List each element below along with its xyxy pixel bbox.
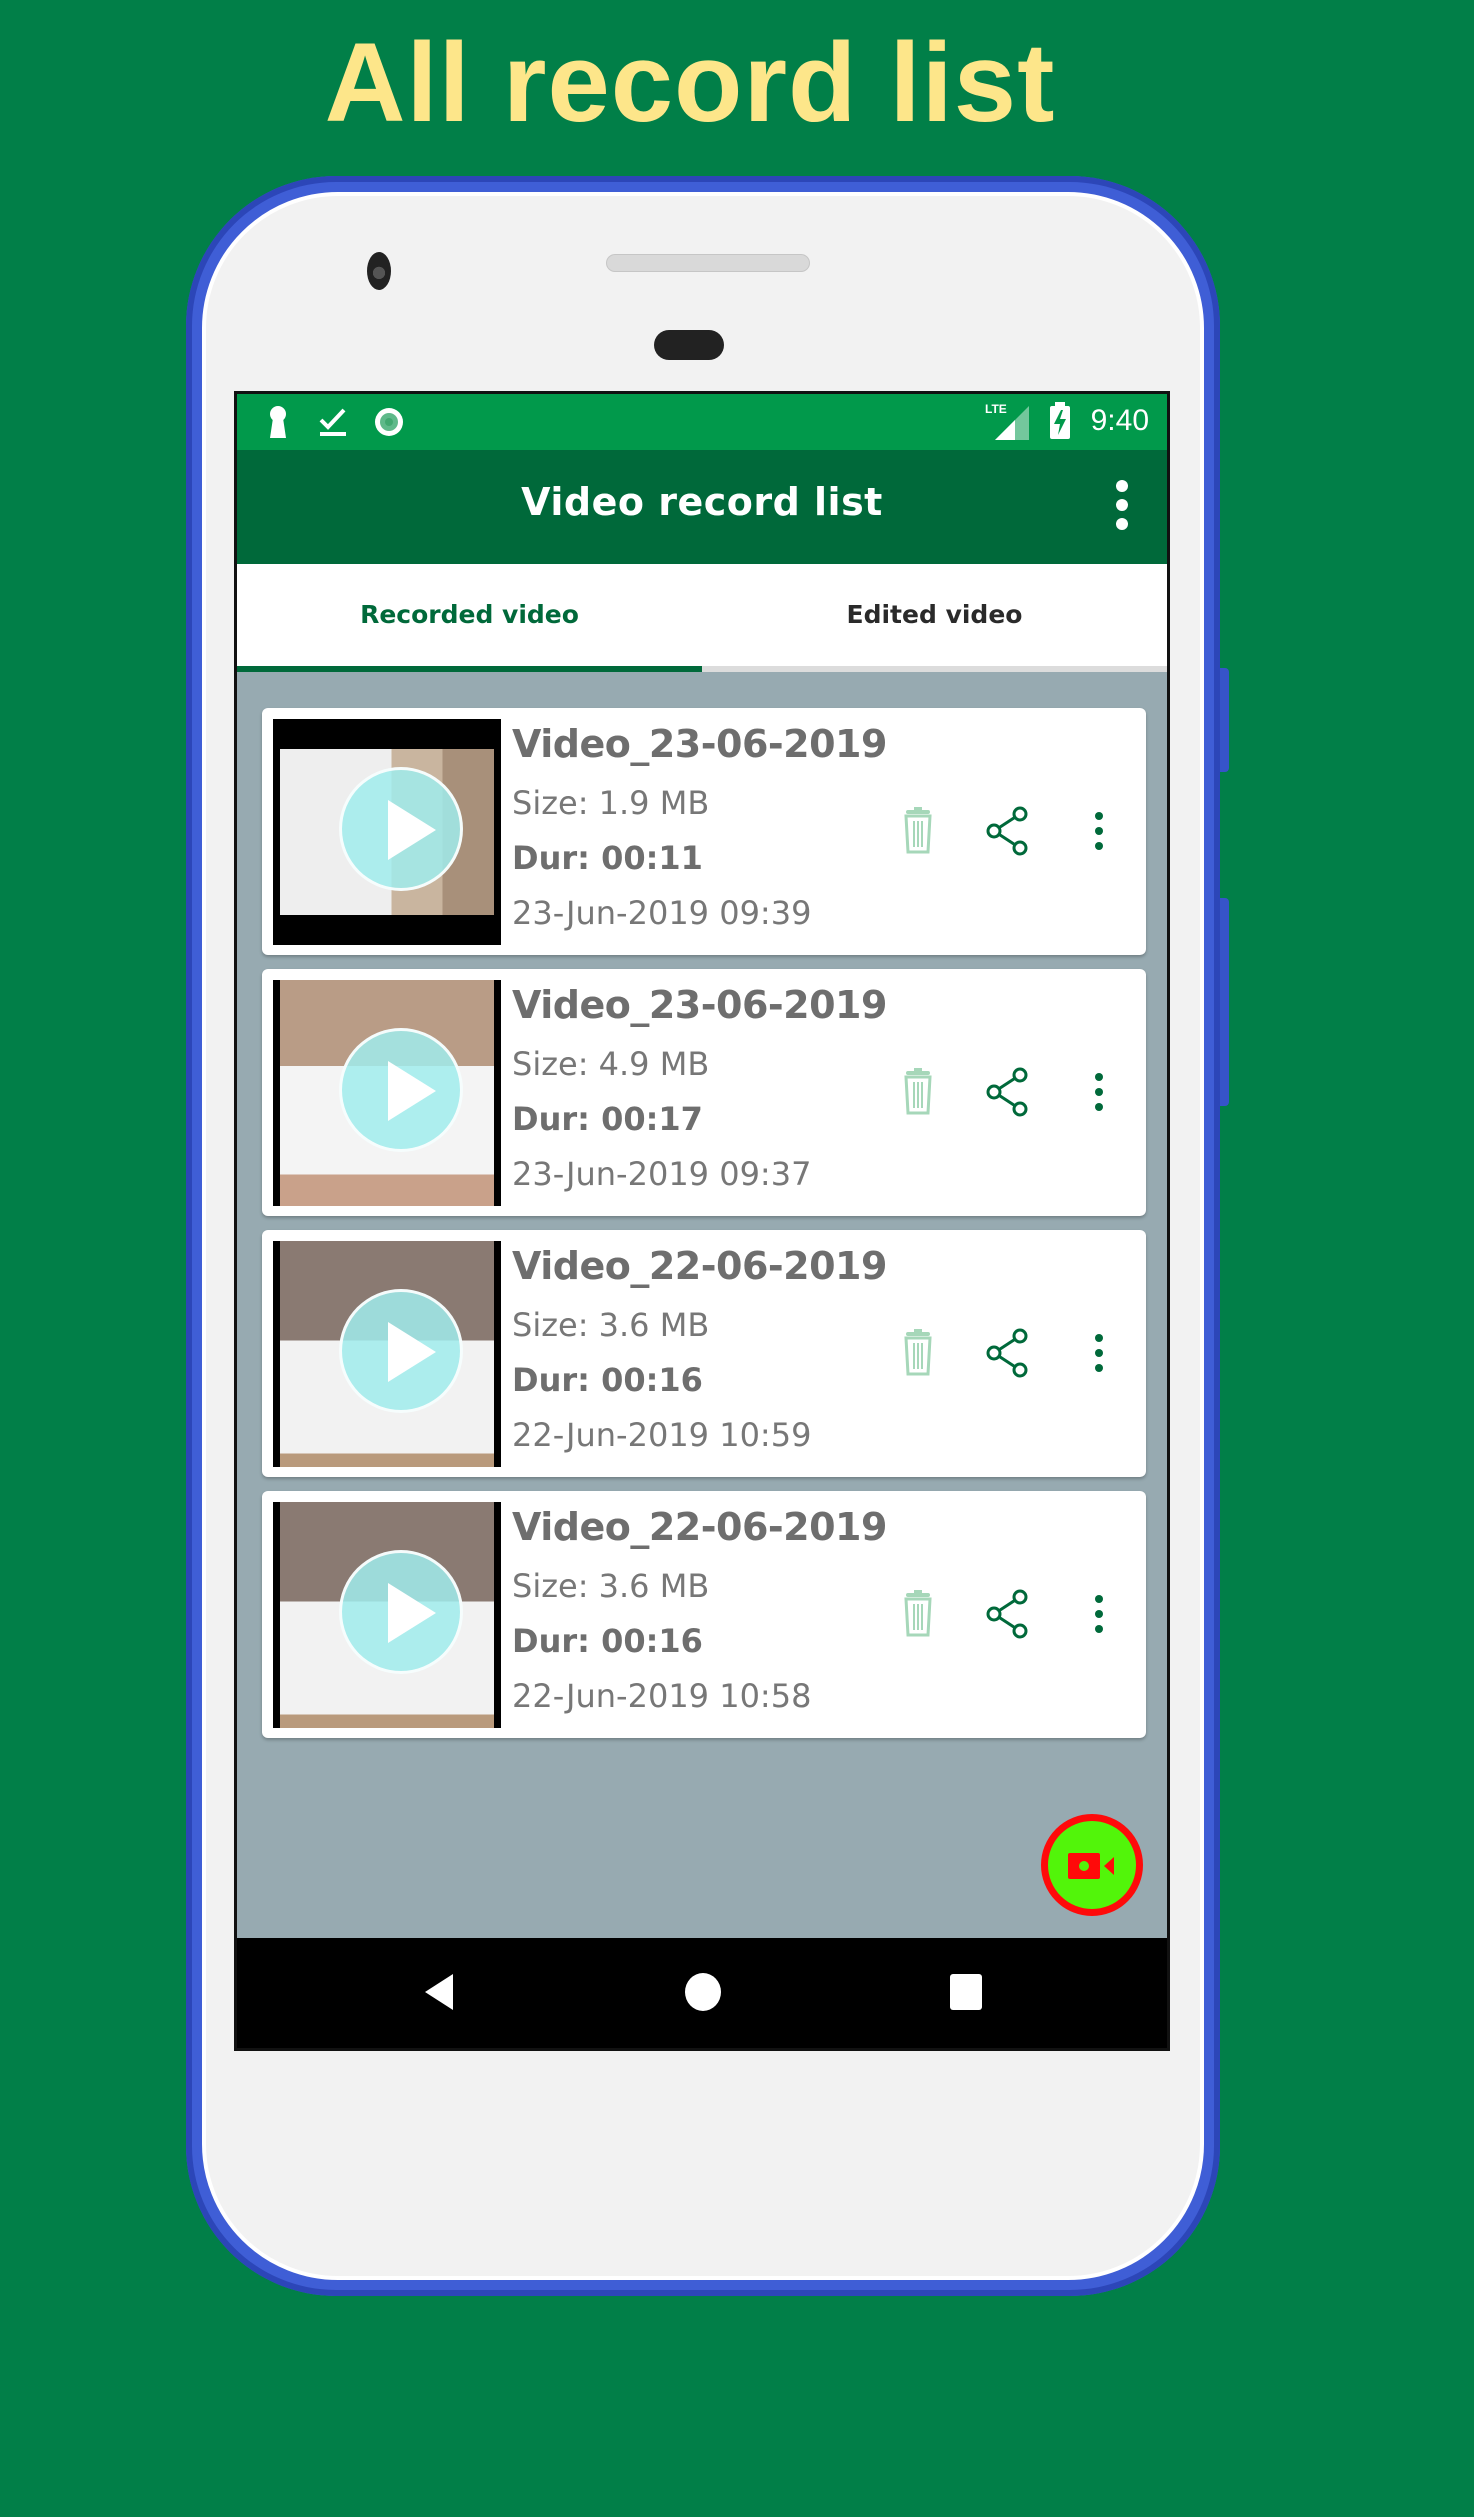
delete-icon[interactable] bbox=[893, 1587, 943, 1641]
tab-indicator bbox=[237, 666, 702, 672]
video-title: Video_23-06-2019 bbox=[512, 722, 887, 766]
tab-bar: Recorded video Edited video bbox=[237, 564, 1167, 672]
phone-screen: LTE 9:40 Video record list Recorded vide… bbox=[234, 391, 1170, 2051]
lte-signal-icon: LTE bbox=[985, 402, 1031, 442]
volume-button bbox=[1219, 898, 1229, 1106]
item-more-icon[interactable] bbox=[1074, 804, 1124, 858]
video-duration: Dur: 00:17 bbox=[512, 1100, 703, 1138]
video-date: 23-Jun-2019 09:37 bbox=[512, 1155, 812, 1193]
record-video-fab[interactable] bbox=[1041, 1814, 1143, 1916]
video-duration: Dur: 00:16 bbox=[512, 1622, 703, 1660]
share-icon[interactable] bbox=[982, 804, 1032, 858]
tab-edited-video[interactable]: Edited video bbox=[702, 564, 1167, 666]
videocam-icon bbox=[1068, 1853, 1114, 1879]
tab-recorded-video[interactable]: Recorded video bbox=[237, 564, 702, 666]
video-date: 23-Jun-2019 09:39 bbox=[512, 894, 812, 932]
share-icon[interactable] bbox=[982, 1326, 1032, 1380]
play-icon[interactable] bbox=[339, 767, 463, 891]
play-icon[interactable] bbox=[339, 1550, 463, 1674]
video-list-item[interactable]: Video_23-06-2019 Size: 1.9 MB Dur: 00:11… bbox=[262, 708, 1146, 955]
power-button bbox=[1219, 668, 1229, 772]
more-vert-icon[interactable] bbox=[1115, 480, 1129, 536]
video-duration: Dur: 00:11 bbox=[512, 839, 703, 877]
item-more-icon[interactable] bbox=[1074, 1065, 1124, 1119]
proximity-sensor bbox=[654, 330, 724, 360]
video-thumbnail[interactable] bbox=[273, 980, 501, 1206]
video-size: Size: 1.9 MB bbox=[512, 784, 710, 822]
video-size: Size: 4.9 MB bbox=[512, 1045, 710, 1083]
nav-recents-icon[interactable] bbox=[948, 1972, 984, 2012]
app-bar: Video record list bbox=[237, 450, 1167, 564]
nav-back-icon[interactable] bbox=[421, 1972, 457, 2012]
video-thumbnail[interactable] bbox=[273, 719, 501, 945]
front-camera bbox=[367, 252, 391, 290]
navigation-bar bbox=[237, 1938, 1167, 2048]
item-more-icon[interactable] bbox=[1074, 1587, 1124, 1641]
delete-icon[interactable] bbox=[893, 1326, 943, 1380]
promo-title: All record list bbox=[324, 20, 1056, 145]
video-list: Video_23-06-2019 Size: 1.9 MB Dur: 00:11… bbox=[262, 708, 1146, 1752]
video-list-item[interactable]: Video_22-06-2019 Size: 3.6 MB Dur: 00:16… bbox=[262, 1491, 1146, 1738]
earpiece-speaker bbox=[606, 254, 810, 272]
video-list-item[interactable]: Video_23-06-2019 Size: 4.9 MB Dur: 00:17… bbox=[262, 969, 1146, 1216]
play-icon[interactable] bbox=[339, 1289, 463, 1413]
keyhole-icon bbox=[270, 406, 286, 438]
video-title: Video_22-06-2019 bbox=[512, 1505, 887, 1549]
video-thumbnail[interactable] bbox=[273, 1241, 501, 1467]
video-date: 22-Jun-2019 10:59 bbox=[512, 1416, 812, 1454]
video-title: Video_23-06-2019 bbox=[512, 983, 887, 1027]
play-icon[interactable] bbox=[339, 1028, 463, 1152]
video-thumbnail[interactable] bbox=[273, 1502, 501, 1728]
record-circle-icon bbox=[375, 408, 403, 436]
app-title: Video record list bbox=[521, 480, 883, 524]
delete-icon[interactable] bbox=[893, 1065, 943, 1119]
share-icon[interactable] bbox=[982, 1065, 1032, 1119]
delete-icon[interactable] bbox=[893, 804, 943, 858]
battery-charging-icon bbox=[1050, 402, 1070, 439]
status-bar: LTE 9:40 bbox=[237, 394, 1167, 450]
video-size: Size: 3.6 MB bbox=[512, 1306, 710, 1344]
video-duration: Dur: 00:16 bbox=[512, 1361, 703, 1399]
status-time: 9:40 bbox=[1090, 404, 1149, 437]
video-title: Video_22-06-2019 bbox=[512, 1244, 887, 1288]
nav-home-icon[interactable] bbox=[684, 1972, 722, 2012]
video-date: 22-Jun-2019 10:58 bbox=[512, 1677, 812, 1715]
item-more-icon[interactable] bbox=[1074, 1326, 1124, 1380]
share-icon[interactable] bbox=[982, 1587, 1032, 1641]
download-done-icon bbox=[319, 408, 346, 436]
video-size: Size: 3.6 MB bbox=[512, 1567, 710, 1605]
video-list-item[interactable]: Video_22-06-2019 Size: 3.6 MB Dur: 00:16… bbox=[262, 1230, 1146, 1477]
